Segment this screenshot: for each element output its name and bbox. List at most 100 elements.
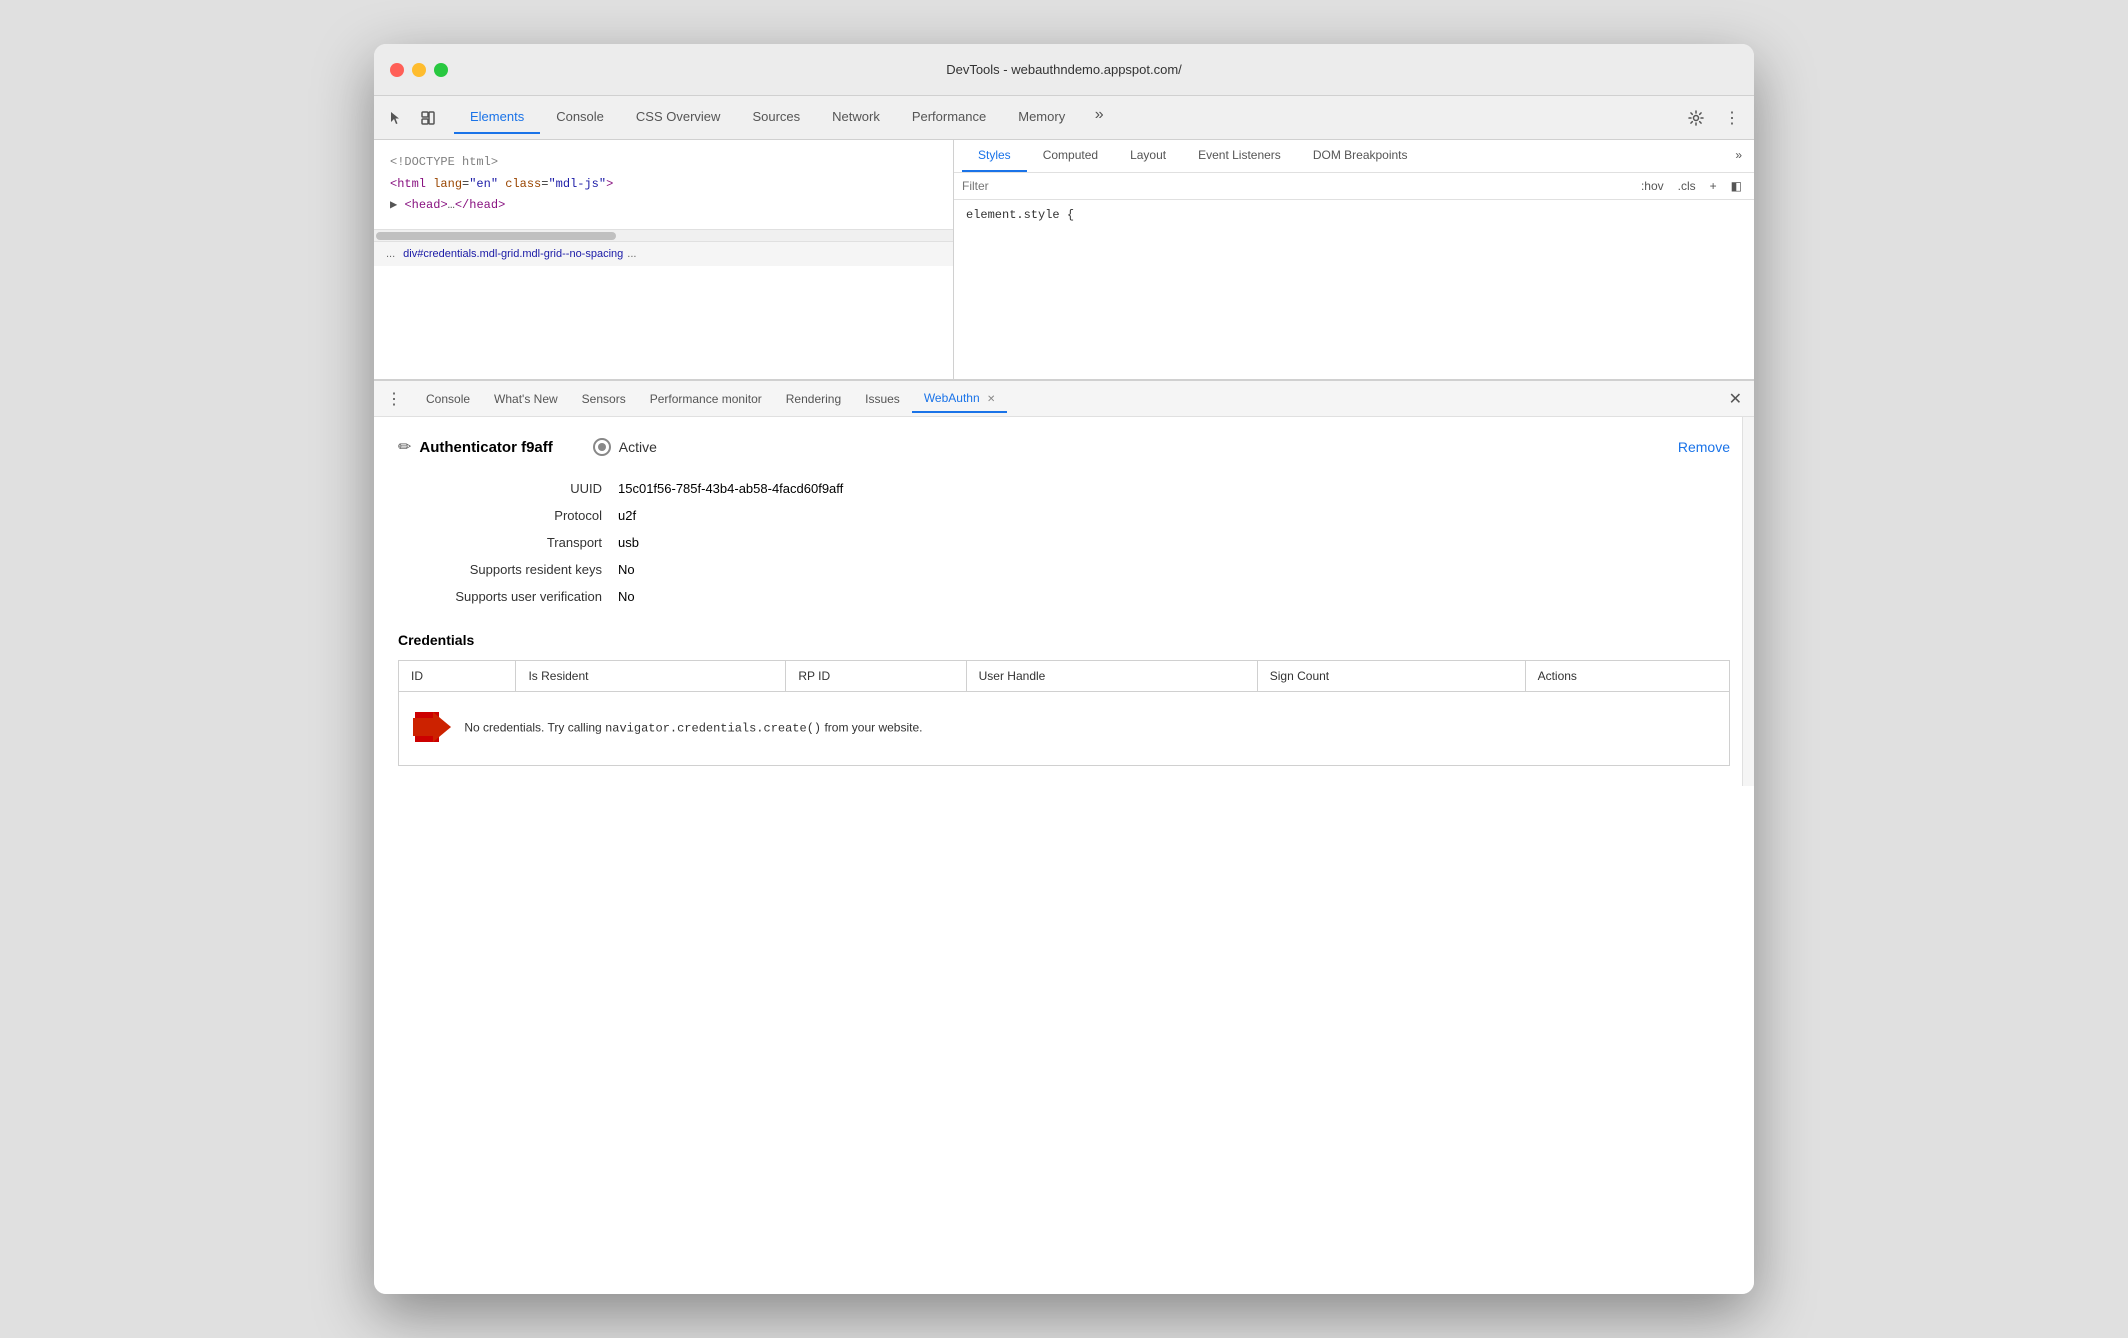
col-id: ID (399, 661, 516, 692)
breadcrumb: ... div#credentials.mdl-grid.mdl-grid--n… (374, 241, 953, 266)
close-webauthn-tab[interactable]: ✕ (987, 394, 995, 405)
tab-console[interactable]: Console (540, 101, 620, 134)
cursor-icon[interactable] (382, 104, 410, 132)
col-user-handle: User Handle (966, 661, 1257, 692)
drawer-tab-whats-new[interactable]: What's New (482, 386, 570, 412)
styles-panel: Styles Computed Layout Event Listeners D… (954, 140, 1754, 379)
active-label: Active (619, 439, 657, 455)
resident-keys-row: Supports resident keys No (398, 562, 1730, 577)
window-title: DevTools - webauthndemo.appspot.com/ (946, 62, 1182, 77)
protocol-row: Protocol u2f (398, 508, 1730, 523)
drawer-tab-perf-monitor[interactable]: Performance monitor (638, 386, 774, 412)
tab-computed[interactable]: Computed (1027, 140, 1114, 172)
resident-keys-value: No (618, 562, 635, 577)
tab-performance[interactable]: Performance (896, 101, 1002, 134)
styles-code: element.style { (954, 200, 1754, 230)
html-tag-line: <html lang="en" class="mdl-js"> (390, 174, 937, 196)
tab-dom-breakpoints[interactable]: DOM Breakpoints (1297, 140, 1424, 172)
remove-link[interactable]: Remove (1678, 439, 1730, 455)
authenticator-name: Authenticator f9aff (419, 439, 552, 456)
head-collapsed-line: ▶ <head>…</head> (390, 195, 937, 217)
transport-value: usb (618, 535, 639, 550)
drawer-close-button[interactable]: ✕ (1725, 385, 1746, 413)
filter-actions: :hov .cls + ◧ (1637, 177, 1746, 195)
toggle-sidebar-icon[interactable]: ◧ (1727, 177, 1746, 195)
styles-more-btn[interactable]: » (1731, 140, 1746, 172)
col-is-resident: Is Resident (516, 661, 786, 692)
user-verification-value: No (618, 589, 635, 604)
more-options-icon[interactable]: ⋮ (1718, 104, 1746, 132)
resident-keys-label: Supports resident keys (398, 562, 618, 577)
breadcrumb-text[interactable]: div#credentials.mdl-grid.mdl-grid--no-sp… (403, 248, 623, 260)
protocol-value: u2f (618, 508, 636, 523)
tab-styles[interactable]: Styles (962, 140, 1027, 172)
drawer-tab-issues[interactable]: Issues (853, 386, 912, 412)
tab-layout[interactable]: Layout (1114, 140, 1182, 172)
credentials-title: Credentials (398, 632, 1730, 648)
filter-input[interactable] (962, 179, 1629, 193)
breadcrumb-more: ... (627, 248, 636, 260)
bottom-drawer: ⋮ Console What's New Sensors Performance… (374, 380, 1754, 1294)
more-tabs-button[interactable]: » (1085, 101, 1113, 129)
tab-event-listeners[interactable]: Event Listeners (1182, 140, 1297, 172)
user-verification-row: Supports user verification No (398, 589, 1730, 604)
uuid-value: 15c01f56-785f-43b4-ab58-4facd60f9aff (618, 481, 843, 496)
html-editor-panel: <!DOCTYPE html> <html lang="en" class="m… (374, 140, 954, 379)
drawer-tab-rendering[interactable]: Rendering (774, 386, 853, 412)
breadcrumb-prefix: ... (386, 248, 395, 260)
tab-bar-right: ⋮ (1682, 104, 1746, 132)
webauthn-panel: ✏ Authenticator f9aff Active Remove (374, 417, 1754, 786)
devtools-window: DevTools - webauthndemo.appspot.com/ Ele… (374, 44, 1754, 1294)
vertical-scrollbar[interactable] (1742, 417, 1754, 786)
transport-row: Transport usb (398, 535, 1730, 550)
add-style-button[interactable]: + (1706, 177, 1721, 195)
drawer-tab-sensors[interactable]: Sensors (570, 386, 638, 412)
html-editor: <!DOCTYPE html> <html lang="en" class="m… (374, 140, 953, 229)
tab-memory[interactable]: Memory (1002, 101, 1081, 134)
credentials-section: Credentials ID Is Resident RP ID User Ha… (398, 632, 1730, 766)
active-radio[interactable] (593, 438, 611, 456)
no-credentials-text-prefix: No credentials. Try calling (464, 721, 605, 735)
uuid-row: UUID 15c01f56-785f-43b4-ab58-4facd60f9af… (398, 481, 1730, 496)
credentials-header-row: ID Is Resident RP ID User Handle Sign Co… (399, 661, 1730, 692)
hov-filter-button[interactable]: :hov (1637, 177, 1668, 195)
scrollbar-thumb (376, 232, 616, 240)
authenticator-info-table: UUID 15c01f56-785f-43b4-ab58-4facd60f9af… (398, 481, 1730, 604)
no-credentials-text-suffix: from your website. (821, 721, 922, 735)
maximize-button[interactable] (434, 63, 448, 77)
edit-icon[interactable]: ✏ (398, 437, 411, 457)
tab-sources[interactable]: Sources (736, 101, 816, 134)
no-credentials-row: No credentials. Try calling navigator.cr… (399, 692, 1730, 766)
horizontal-scrollbar[interactable] (374, 229, 953, 241)
webauthn-content: ✏ Authenticator f9aff Active Remove (374, 417, 1754, 786)
radio-inner (598, 443, 606, 451)
window-controls (390, 63, 448, 77)
no-credentials-code: navigator.credentials.create() (605, 722, 821, 736)
tab-css-overview[interactable]: CSS Overview (620, 101, 737, 134)
tab-network[interactable]: Network (816, 101, 896, 134)
red-arrow-icon (411, 708, 455, 746)
main-tabs: Elements Console CSS Overview Sources Ne… (454, 101, 1682, 134)
nav-icons (382, 104, 442, 132)
settings-icon[interactable] (1682, 104, 1710, 132)
uuid-label: UUID (398, 481, 618, 496)
drawer-tab-console[interactable]: Console (414, 386, 482, 412)
element-style-rule: element.style { (966, 208, 1074, 222)
protocol-label: Protocol (398, 508, 618, 523)
styles-tabs: Styles Computed Layout Event Listeners D… (954, 140, 1754, 173)
credentials-table: ID Is Resident RP ID User Handle Sign Co… (398, 660, 1730, 766)
authenticator-header: ✏ Authenticator f9aff Active Remove (398, 437, 1730, 457)
user-verification-label: Supports user verification (398, 589, 618, 604)
drawer-more-btn[interactable]: ⋮ (382, 387, 406, 411)
close-button[interactable] (390, 63, 404, 77)
transport-label: Transport (398, 535, 618, 550)
no-credentials-message: No credentials. Try calling navigator.cr… (399, 692, 1730, 766)
tab-elements[interactable]: Elements (454, 101, 540, 134)
drawer-tabs: ⋮ Console What's New Sensors Performance… (374, 381, 1754, 417)
minimize-button[interactable] (412, 63, 426, 77)
col-rp-id: RP ID (786, 661, 966, 692)
drawer-tab-webauthn[interactable]: WebAuthn ✕ (912, 385, 1008, 413)
col-sign-count: Sign Count (1257, 661, 1525, 692)
inspect-icon[interactable] (414, 104, 442, 132)
cls-filter-button[interactable]: .cls (1674, 177, 1700, 195)
